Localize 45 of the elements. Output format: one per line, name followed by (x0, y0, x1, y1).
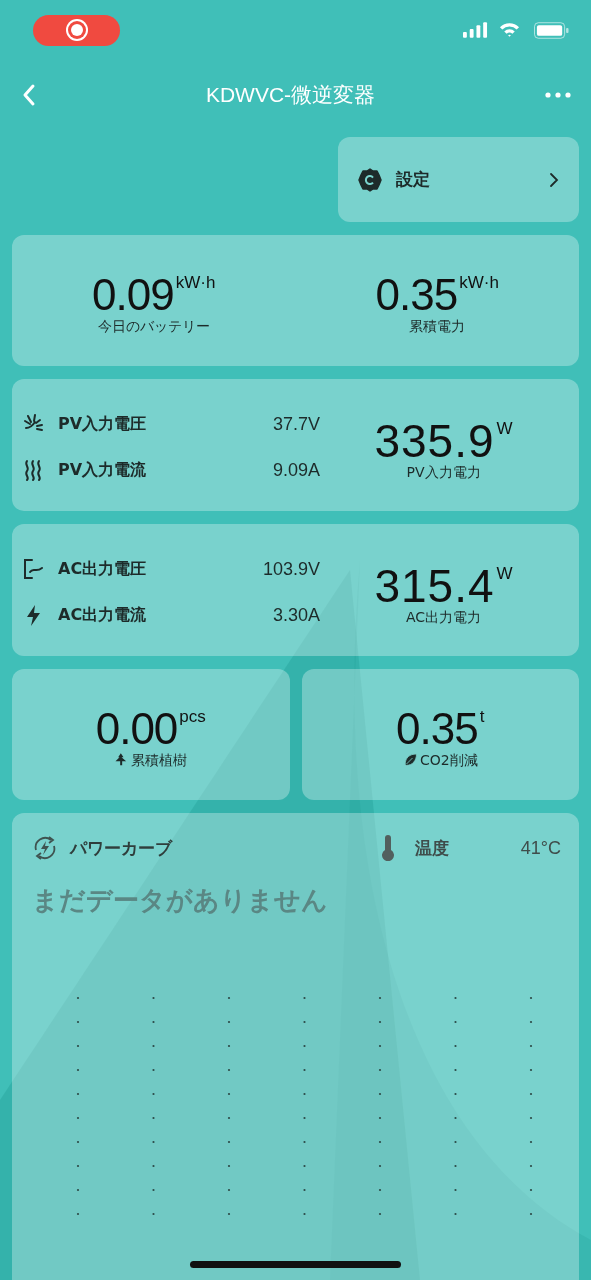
temperature-label: 温度 (414, 836, 449, 860)
metric-value: 103.9V (262, 558, 320, 580)
metric-value: 3.30A (272, 604, 320, 626)
back-icon[interactable] (22, 83, 36, 107)
leaf-icon (402, 751, 418, 768)
metric-value: 335.9 (374, 419, 495, 463)
metric-label: PV入力電力 (406, 463, 481, 481)
wifi-icon (499, 22, 520, 38)
metric-label: AC出力電圧 (58, 558, 148, 580)
settings-icon (358, 167, 382, 192)
metric-value: 315.4 (374, 564, 495, 608)
metric-value: 0.35 (375, 272, 458, 317)
more-icon[interactable] (545, 92, 571, 98)
metric-label: CO2削減 (419, 750, 478, 769)
metric-label: AC出力電流 (58, 604, 148, 626)
metric-label: PV入力電圧 (58, 413, 148, 435)
heat-waves-icon (22, 458, 44, 482)
plug-icon (22, 557, 44, 581)
chevron-right-icon (549, 171, 559, 188)
battery-icon (534, 21, 569, 39)
metric-value: 0.35 (396, 706, 478, 751)
unit-label: kW·h (459, 272, 499, 293)
metric-label: 今日のバッテリー (97, 316, 210, 335)
unit-label: W (496, 564, 513, 584)
temperature-value: 41°C (520, 837, 561, 859)
settings-button[interactable]: 設定 (338, 137, 579, 222)
metric-value: 0.09 (92, 272, 174, 317)
unit-label: W (496, 419, 513, 439)
section-title: パワーカーブ (70, 836, 174, 860)
metric-label: PV入力電流 (58, 459, 148, 481)
power-cycle-icon (32, 835, 58, 861)
page-title: KDWVC-微逆変器 (204, 82, 377, 108)
settings-label: 設定 (396, 168, 431, 191)
unit-label: pcs (179, 706, 206, 727)
metric-label: 累積植樹 (131, 750, 188, 769)
unit-label: t (479, 706, 485, 727)
thermometer-icon (380, 835, 395, 861)
metric-label: 累積電力 (409, 316, 466, 335)
unit-label: kW·h (175, 272, 216, 293)
empty-message: まだデータがありません (32, 884, 329, 917)
metric-value: 37.7V (272, 413, 320, 435)
metric-value: 9.09A (272, 459, 320, 481)
metric-value: 0.00 (95, 706, 178, 751)
signal-icon (463, 22, 488, 38)
metric-label: AC出力電力 (405, 608, 482, 626)
